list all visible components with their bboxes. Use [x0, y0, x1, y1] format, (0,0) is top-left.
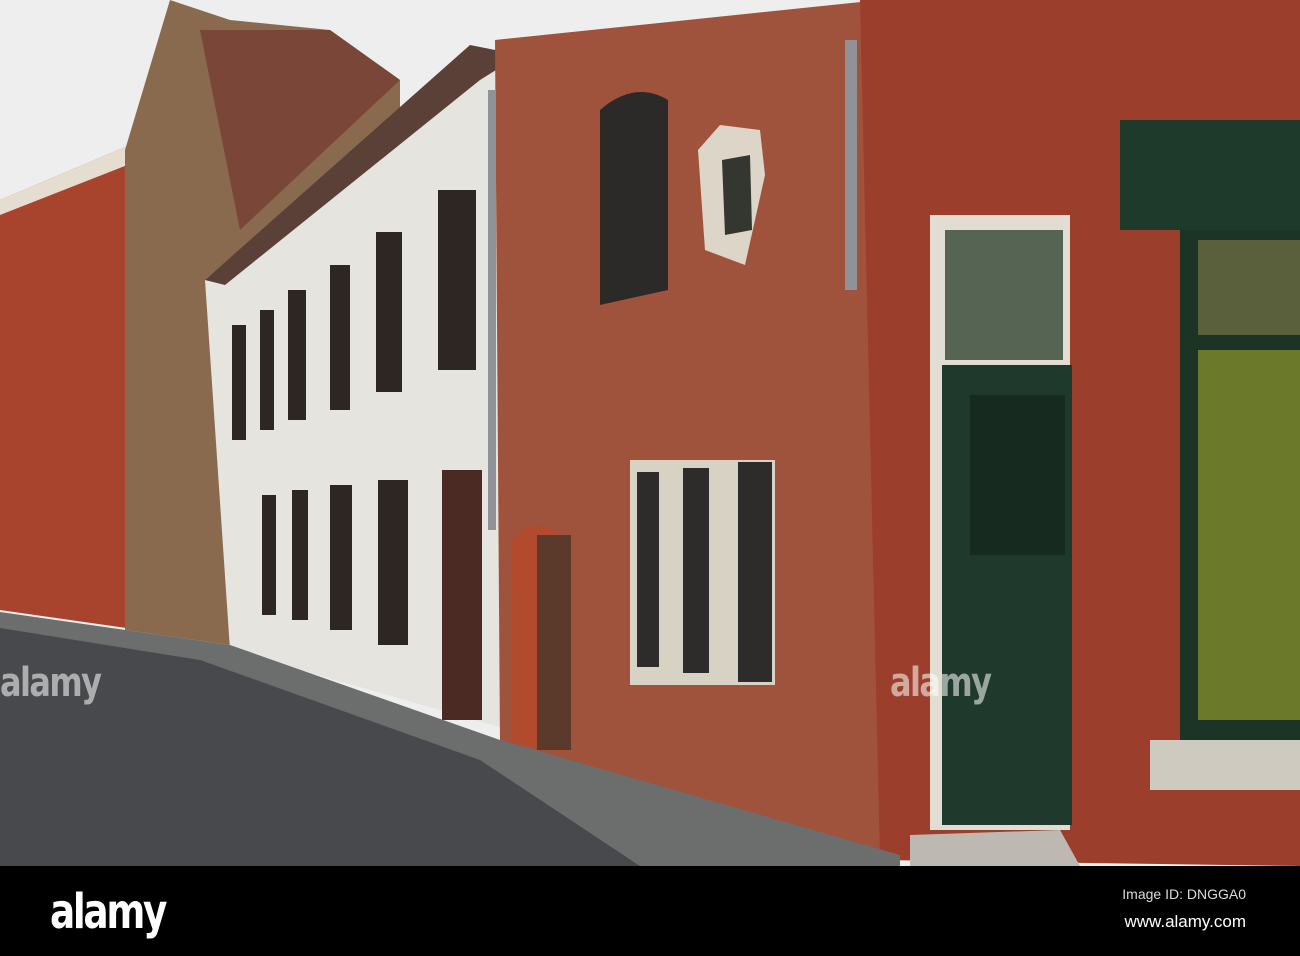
watermark: alamy — [890, 660, 992, 706]
arched-door — [537, 535, 571, 750]
watermark: alamy — [0, 660, 102, 706]
arched-window — [600, 92, 668, 305]
red-building-left — [0, 145, 140, 630]
footer-bar: alamy Image ID: DNGGA0 www.alamy.com — [0, 866, 1300, 956]
alamy-logo: alamy — [50, 884, 167, 940]
drainpipe — [488, 90, 496, 530]
wooden-door — [442, 470, 482, 720]
stock-photo: alamy alamy alamy Image ID: DNGGA0 www.a… — [0, 0, 1300, 956]
transom-window — [945, 230, 1063, 360]
street-photo — [0, 0, 1300, 866]
doorstep — [910, 830, 1080, 866]
image-id: Image ID: DNGGA0 — [1122, 886, 1246, 902]
site-url: www.alamy.com — [1124, 912, 1246, 931]
